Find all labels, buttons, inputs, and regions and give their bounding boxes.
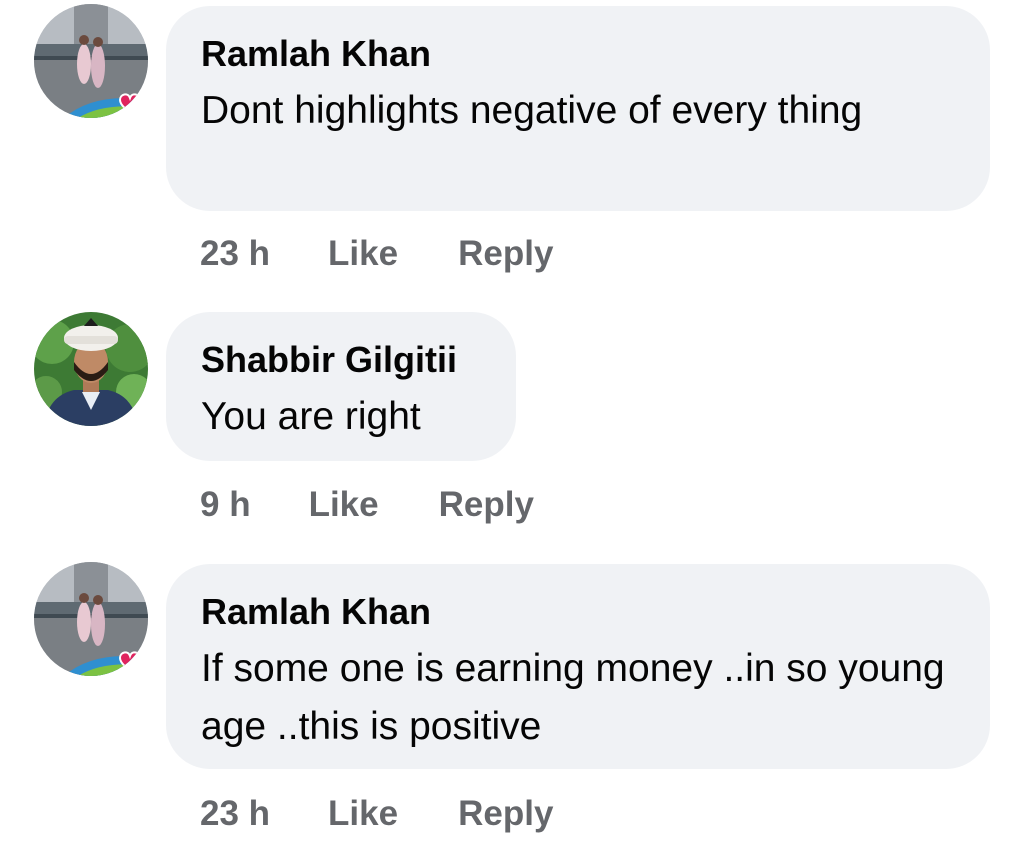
comment-actions: 23 h Like Reply xyxy=(200,234,553,274)
comment-actions: 9 h Like Reply xyxy=(200,485,534,525)
comment-bubble: Ramlah Khan Dont highlights negative of … xyxy=(166,6,990,211)
comment-timestamp[interactable]: 23 h xyxy=(200,234,270,274)
avatar[interactable] xyxy=(34,312,148,426)
comment-bubble: Shabbir Gilgitii You are right xyxy=(166,312,516,461)
like-button[interactable]: Like xyxy=(309,485,379,525)
comment-bubble: Ramlah Khan If some one is earning money… xyxy=(166,564,990,769)
comment-text: If some one is earning money ..in so you… xyxy=(201,647,945,748)
comment-author[interactable]: Shabbir Gilgitii xyxy=(201,338,480,382)
reply-button[interactable]: Reply xyxy=(458,794,553,834)
avatar-photo xyxy=(34,4,148,118)
like-button[interactable]: Like xyxy=(328,234,398,274)
like-button[interactable]: Like xyxy=(328,794,398,834)
comment-author[interactable]: Ramlah Khan xyxy=(201,32,954,76)
avatar-photo xyxy=(34,312,148,426)
comment-author[interactable]: Ramlah Khan xyxy=(201,590,954,634)
comment-timestamp[interactable]: 23 h xyxy=(200,794,270,834)
comment-timestamp[interactable]: 9 h xyxy=(200,485,251,525)
avatar-photo xyxy=(34,562,148,676)
comment-text: Dont highlights negative of every thing xyxy=(201,89,863,132)
avatar[interactable] xyxy=(34,562,148,676)
reply-button[interactable]: Reply xyxy=(458,234,553,274)
comment-actions: 23 h Like Reply xyxy=(200,794,553,834)
avatar[interactable] xyxy=(34,4,148,118)
comment-text: You are right xyxy=(201,395,421,438)
reply-button[interactable]: Reply xyxy=(439,485,534,525)
